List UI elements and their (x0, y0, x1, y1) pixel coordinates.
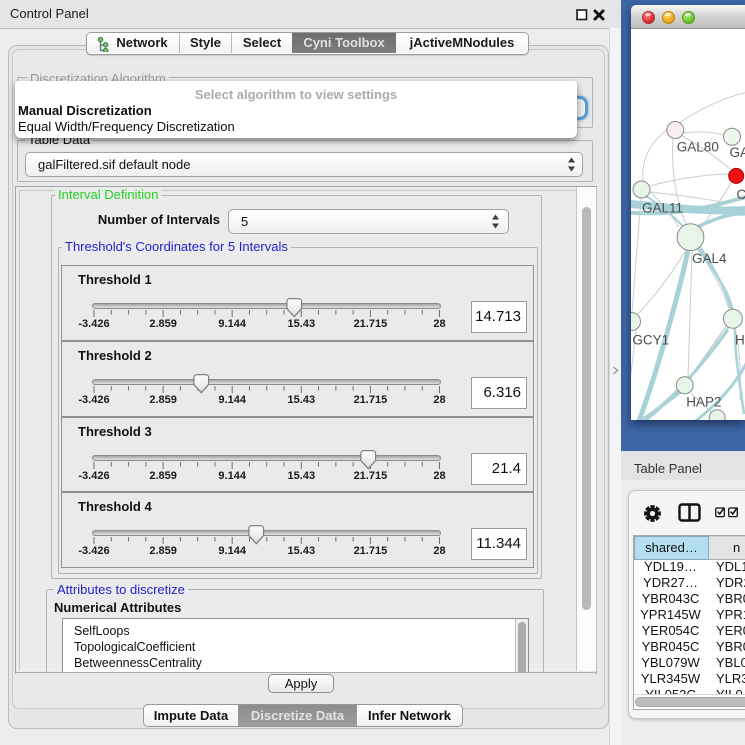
svg-text:GCY1: GCY1 (632, 333, 669, 348)
svg-text:H: H (735, 333, 745, 348)
svg-text:GAL80: GAL80 (677, 140, 719, 155)
svg-text:C: C (737, 187, 745, 202)
svg-text:GAL11: GAL11 (642, 201, 683, 216)
svg-text:GA: GA (730, 145, 745, 160)
svg-text:HAP2: HAP2 (686, 395, 721, 410)
svg-text:GAL4: GAL4 (692, 251, 727, 266)
